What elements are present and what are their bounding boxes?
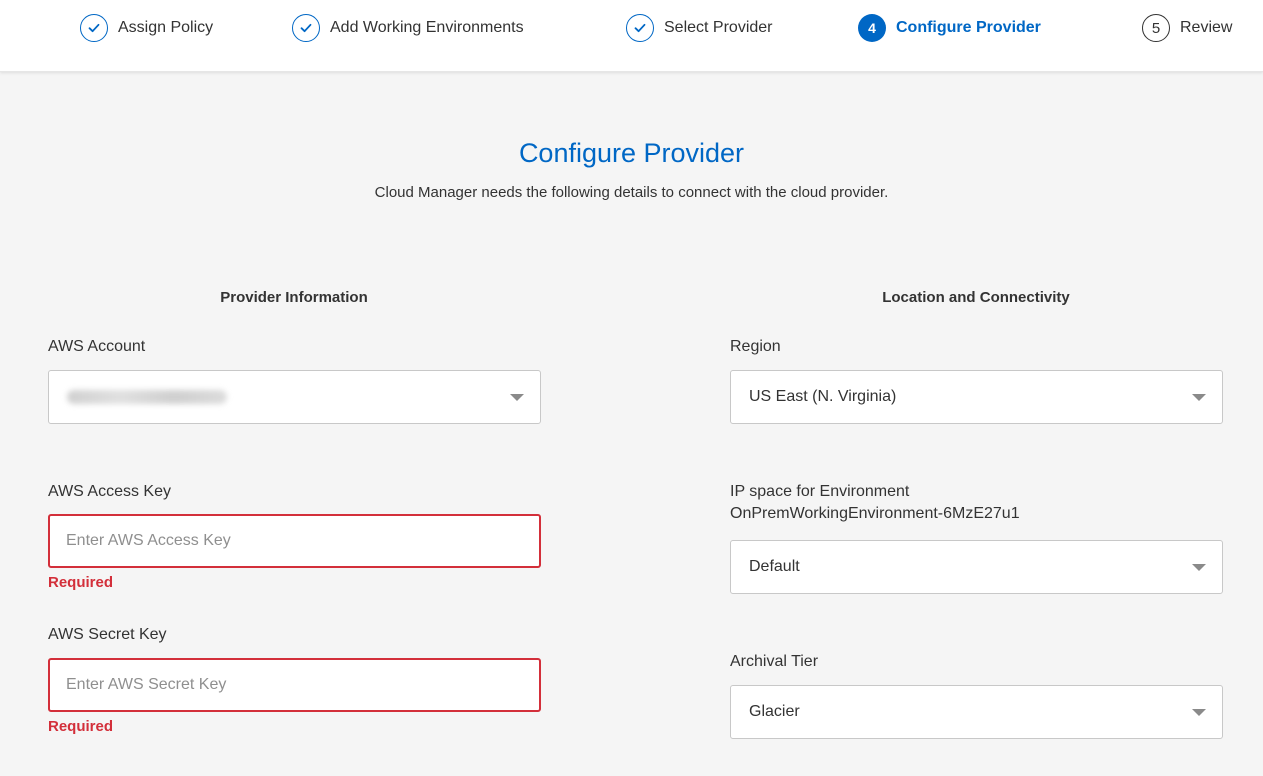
step-assign-policy[interactable]: Assign Policy bbox=[80, 12, 213, 44]
ip-space-label: IP space for Environment OnPremWorkingEn… bbox=[730, 481, 1020, 525]
aws-account-select[interactable] bbox=[48, 370, 541, 424]
location-connectivity-heading: Location and Connectivity bbox=[882, 289, 1070, 306]
step-review[interactable]: 5 Review bbox=[1142, 12, 1232, 44]
caret-down-icon bbox=[1192, 709, 1206, 716]
check-circle-icon bbox=[80, 14, 108, 42]
step-number-badge: 5 bbox=[1142, 14, 1170, 42]
aws-access-key-input[interactable] bbox=[48, 514, 541, 568]
region-selected-value: US East (N. Virginia) bbox=[749, 388, 897, 405]
aws-account-label: AWS Account bbox=[48, 338, 146, 355]
check-circle-icon bbox=[626, 14, 654, 42]
step-label: Assign Policy bbox=[118, 19, 214, 36]
aws-secret-key-label: AWS Secret Key bbox=[48, 626, 167, 643]
redacted-account-value bbox=[67, 390, 227, 404]
ip-space-select[interactable]: Default bbox=[730, 540, 1223, 594]
step-label: Add Working Environments bbox=[330, 19, 524, 36]
check-circle-icon bbox=[292, 14, 320, 42]
step-label: Select Provider bbox=[664, 19, 773, 36]
step-label: Configure Provider bbox=[896, 19, 1041, 36]
step-select-provider[interactable]: Select Provider bbox=[626, 12, 773, 44]
provider-information-heading: Provider Information bbox=[220, 289, 368, 306]
step-configure-provider[interactable]: 4 Configure Provider bbox=[858, 12, 1041, 44]
aws-secret-key-error: Required bbox=[48, 718, 114, 735]
step-label: Review bbox=[1180, 19, 1233, 36]
caret-down-icon bbox=[1192, 394, 1206, 401]
aws-access-key-error: Required bbox=[48, 574, 114, 591]
archival-tier-select[interactable]: Glacier bbox=[730, 685, 1223, 739]
page-subtitle: Cloud Manager needs the following detail… bbox=[374, 184, 889, 201]
region-select[interactable]: US East (N. Virginia) bbox=[730, 370, 1223, 424]
page-title: Configure Provider bbox=[518, 138, 745, 168]
archival-tier-selected-value: Glacier bbox=[749, 703, 800, 720]
ip-space-label-line1: IP space for Environment bbox=[730, 483, 910, 500]
wizard-stepper: Assign Policy Add Working Environments S… bbox=[0, 0, 1263, 72]
ip-space-selected-value: Default bbox=[749, 558, 800, 575]
archival-tier-label: Archival Tier bbox=[730, 653, 819, 670]
aws-access-key-label: AWS Access Key bbox=[48, 483, 171, 500]
aws-secret-key-input[interactable] bbox=[48, 658, 541, 712]
step-number-badge: 4 bbox=[858, 14, 886, 42]
region-label: Region bbox=[730, 338, 781, 355]
caret-down-icon bbox=[510, 394, 524, 401]
caret-down-icon bbox=[1192, 564, 1206, 571]
ip-space-label-line2: OnPremWorkingEnvironment-6MzE27u1 bbox=[730, 505, 1020, 522]
step-add-working-environments[interactable]: Add Working Environments bbox=[292, 12, 524, 44]
